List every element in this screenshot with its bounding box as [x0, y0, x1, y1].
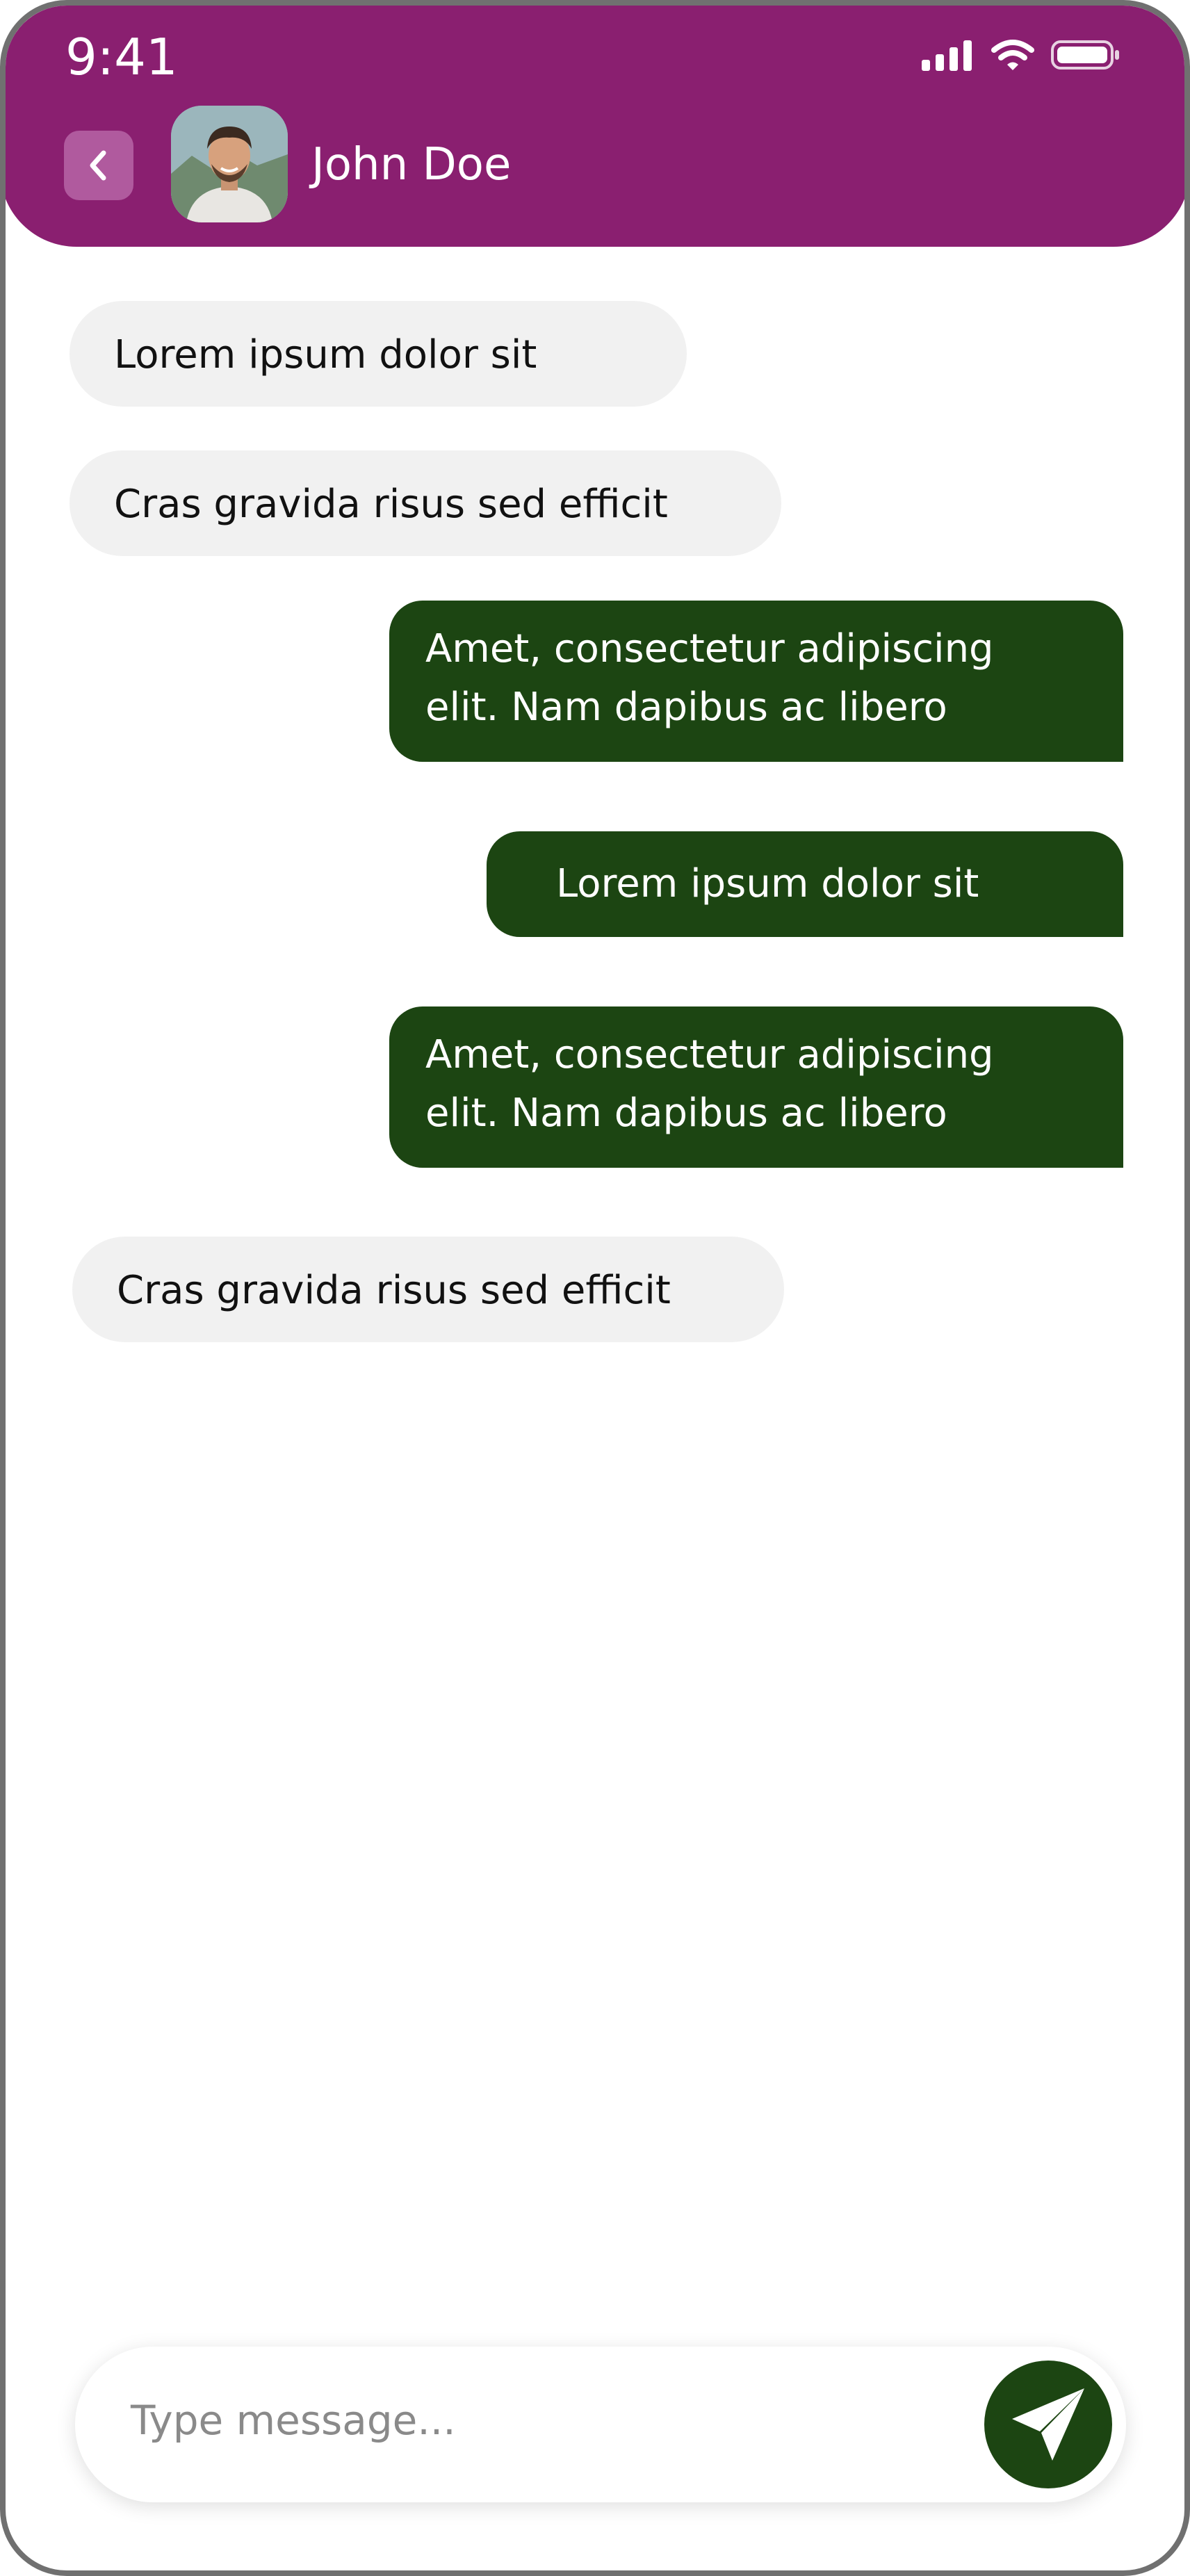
message-input[interactable]: Type message...	[131, 2397, 456, 2444]
avatar[interactable]	[171, 106, 288, 222]
status-icons	[922, 39, 1120, 71]
message-incoming: Cras gravida risus sed efficit	[70, 450, 781, 556]
message-text: Cras gravida risus sed efficit	[114, 482, 668, 527]
message-outgoing: Amet, consectetur adipiscing elit. Nam d…	[389, 601, 1123, 762]
back-chevron-icon	[90, 150, 106, 181]
message-outgoing: Lorem ipsum dolor sit	[487, 831, 1123, 937]
contact-photo	[171, 106, 288, 222]
signal-icon	[922, 40, 972, 71]
send-button[interactable]	[984, 2361, 1112, 2488]
message-text-line: Amet, consectetur adipiscing	[425, 626, 994, 671]
status-time: 9:41	[65, 28, 178, 86]
message-text: Lorem ipsum dolor sit	[114, 332, 537, 377]
chat-header: 9:41 John Doe	[6, 6, 1184, 247]
battery-icon	[1051, 40, 1119, 70]
message-incoming: Lorem ipsum dolor sit	[70, 301, 687, 407]
message-text: Cras gravida risus sed efficit	[117, 1268, 671, 1313]
message-text: Lorem ipsum dolor sit	[556, 861, 979, 906]
phone-frame: 9:41 John Doe Lorem ipsum dolor sit Cras…	[0, 0, 1190, 2576]
message-text-line: elit. Nam dapibus ac libero	[425, 685, 947, 730]
contact-name: John Doe	[311, 139, 512, 190]
message-incoming: Cras gravida risus sed efficit	[72, 1237, 784, 1342]
send-icon	[1012, 2388, 1084, 2461]
message-outgoing: Amet, consectetur adipiscing elit. Nam d…	[389, 1006, 1123, 1168]
wifi-icon	[991, 40, 1034, 70]
back-button[interactable]	[64, 131, 133, 200]
message-text-line: Amet, consectetur adipiscing	[425, 1032, 994, 1077]
message-composer: Type message...	[75, 2347, 1126, 2502]
message-text-line: elit. Nam dapibus ac libero	[425, 1091, 947, 1136]
